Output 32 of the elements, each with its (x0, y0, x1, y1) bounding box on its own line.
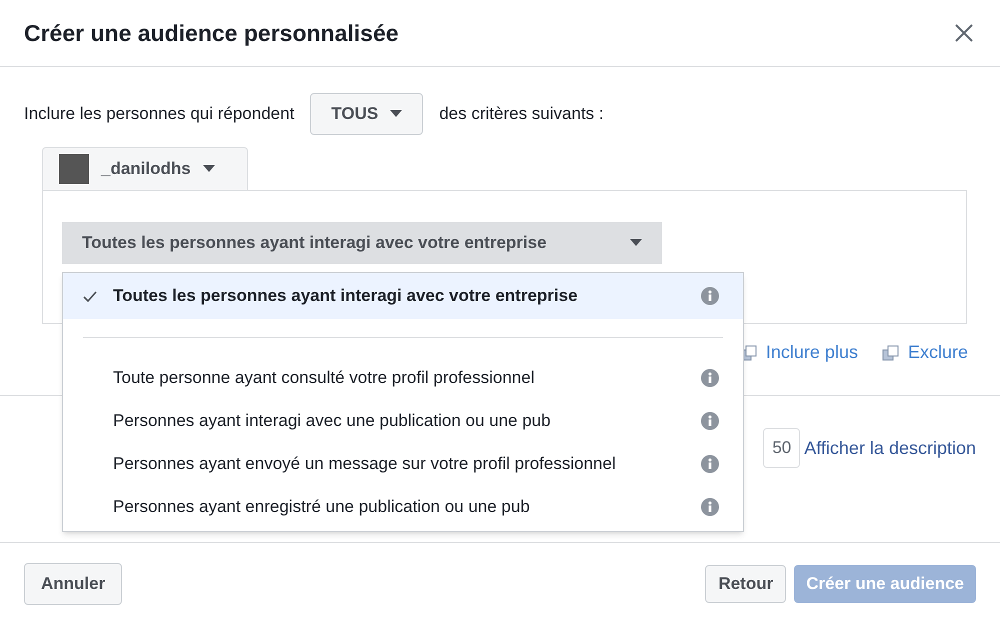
menu-item-label: Toutes les personnes ayant interagi avec votre entreprise (113, 285, 578, 308)
copy-icon (882, 344, 900, 360)
caret-icon (630, 239, 642, 247)
menu-item[interactable]: Personnes ayant interagi avec une publication ou une pub (63, 399, 743, 442)
exclude-link[interactable]: Exclure (882, 339, 968, 366)
menu-item-label: Personnes ayant enregistré une publication ou une pub (113, 496, 530, 518)
caret-icon (390, 110, 402, 118)
menu-item[interactable]: Personnes ayant enregistré une publication ou une pub (63, 485, 743, 528)
criteria-label: Inclure les personnes qui répondent (24, 103, 294, 126)
character-counter: 50 (763, 428, 800, 468)
menu-item[interactable]: Toute personne ayant consulté votre profil professionnel (63, 356, 743, 399)
menu-item-label: Personnes ayant interagi avec une publication ou une pub (113, 410, 551, 432)
menu-item[interactable]: Personnes ayant envoyé un message sur votre profil professionnel (63, 442, 743, 485)
info-icon (701, 287, 719, 305)
dialog-title: Créer une audience personnalisée (24, 18, 399, 48)
cancel-button[interactable]: Annuler (24, 563, 122, 605)
criteria-label: des critères suivants : (439, 103, 604, 126)
menu-item-label: Personnes ayant envoyé un message sur votre profil professionnel (113, 452, 616, 475)
info-icon (701, 498, 719, 516)
source-dropdown[interactable]: Toutes les personnes ayant interagi avec votre entreprise (62, 222, 662, 264)
check-icon (83, 290, 97, 302)
menu-item[interactable]: Toutes les personnes ayant interagi avec votre entreprise (63, 273, 743, 319)
show-description-link[interactable]: Afficher la description (804, 434, 976, 462)
caret-icon (202, 165, 215, 173)
avatar-placeholder (59, 154, 89, 184)
match-dropdown[interactable]: TOUS (310, 93, 424, 135)
back-button[interactable]: Retour (705, 565, 786, 603)
info-icon (701, 368, 719, 386)
menu-item-label: Toute personne ayant consulté votre profil professionnel (113, 366, 534, 389)
info-icon (701, 412, 719, 430)
account-tab[interactable]: _danilodhs (42, 147, 248, 190)
info-icon (701, 454, 719, 472)
